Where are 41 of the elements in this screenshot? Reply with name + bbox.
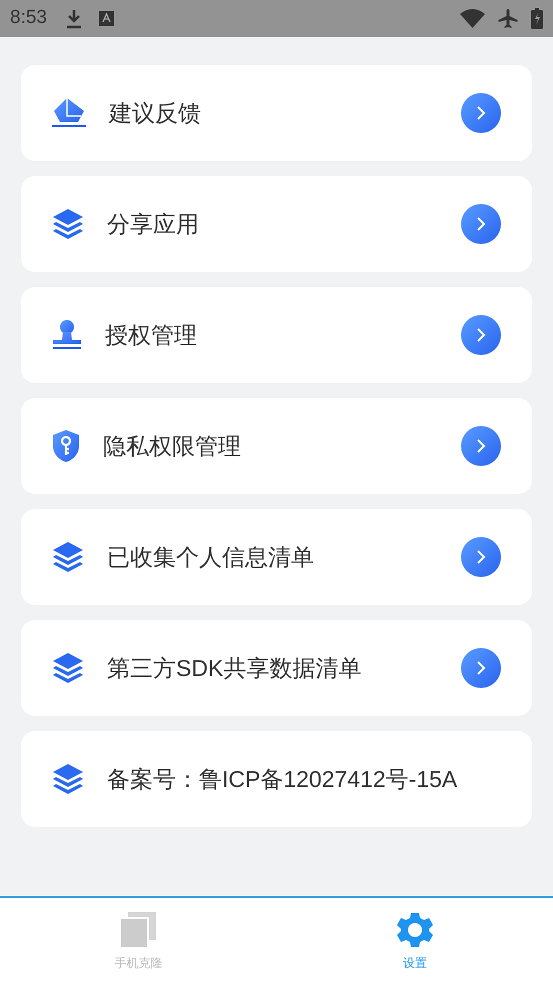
- chevron-button[interactable]: [461, 426, 501, 466]
- shield-icon: [51, 429, 81, 463]
- chevron-icon: [476, 438, 486, 454]
- menu-label: 建议反馈: [109, 98, 202, 128]
- menu-label: 已收集个人信息清单: [107, 542, 315, 572]
- layers-icon: [51, 652, 85, 684]
- layers-icon: [51, 763, 85, 795]
- layers-icon: [51, 208, 85, 240]
- chevron-icon: [476, 549, 486, 565]
- menu-item[interactable]: 隐私权限管理: [21, 398, 532, 494]
- menu-label: 授权管理: [105, 320, 198, 350]
- chevron-icon: [476, 105, 486, 121]
- layers-icon: [51, 541, 85, 573]
- menu-item[interactable]: 授权管理: [21, 287, 532, 383]
- wifi-icon: [460, 9, 485, 28]
- battery-icon: [531, 8, 543, 29]
- menu-item[interactable]: 备案号：鲁ICP备12027412号-15A: [21, 731, 532, 827]
- chevron-icon: [476, 327, 486, 343]
- feedback-icon: [51, 97, 87, 129]
- airplane-icon: [497, 8, 519, 30]
- chevron-icon: [476, 216, 486, 232]
- chevron-button[interactable]: [461, 648, 501, 688]
- chevron-button[interactable]: [461, 537, 501, 577]
- menu-item[interactable]: 建议反馈: [21, 65, 532, 161]
- menu-item[interactable]: 已收集个人信息清单: [21, 509, 532, 605]
- menu-label: 备案号：鲁ICP备12027412号-15A: [107, 764, 458, 794]
- menu-label: 隐私权限管理: [103, 432, 242, 461]
- download-icon: [64, 8, 83, 28]
- keyboard-icon: [98, 11, 114, 26]
- settings-icon: [396, 912, 433, 948]
- copy-icon: [120, 912, 156, 948]
- chevron-button[interactable]: [461, 315, 501, 355]
- chevron-button[interactable]: [461, 204, 501, 244]
- stamp-icon: [51, 319, 83, 351]
- status-time: 8:53: [10, 6, 47, 30]
- menu-item[interactable]: 第三方SDK共享数据清单: [21, 620, 532, 716]
- menu-item[interactable]: 分享应用: [21, 176, 532, 272]
- menu-label: 第三方SDK共享数据清单: [107, 654, 362, 683]
- chevron-icon: [476, 660, 486, 676]
- chevron-button[interactable]: [461, 93, 501, 133]
- menu-label: 分享应用: [107, 210, 200, 239]
